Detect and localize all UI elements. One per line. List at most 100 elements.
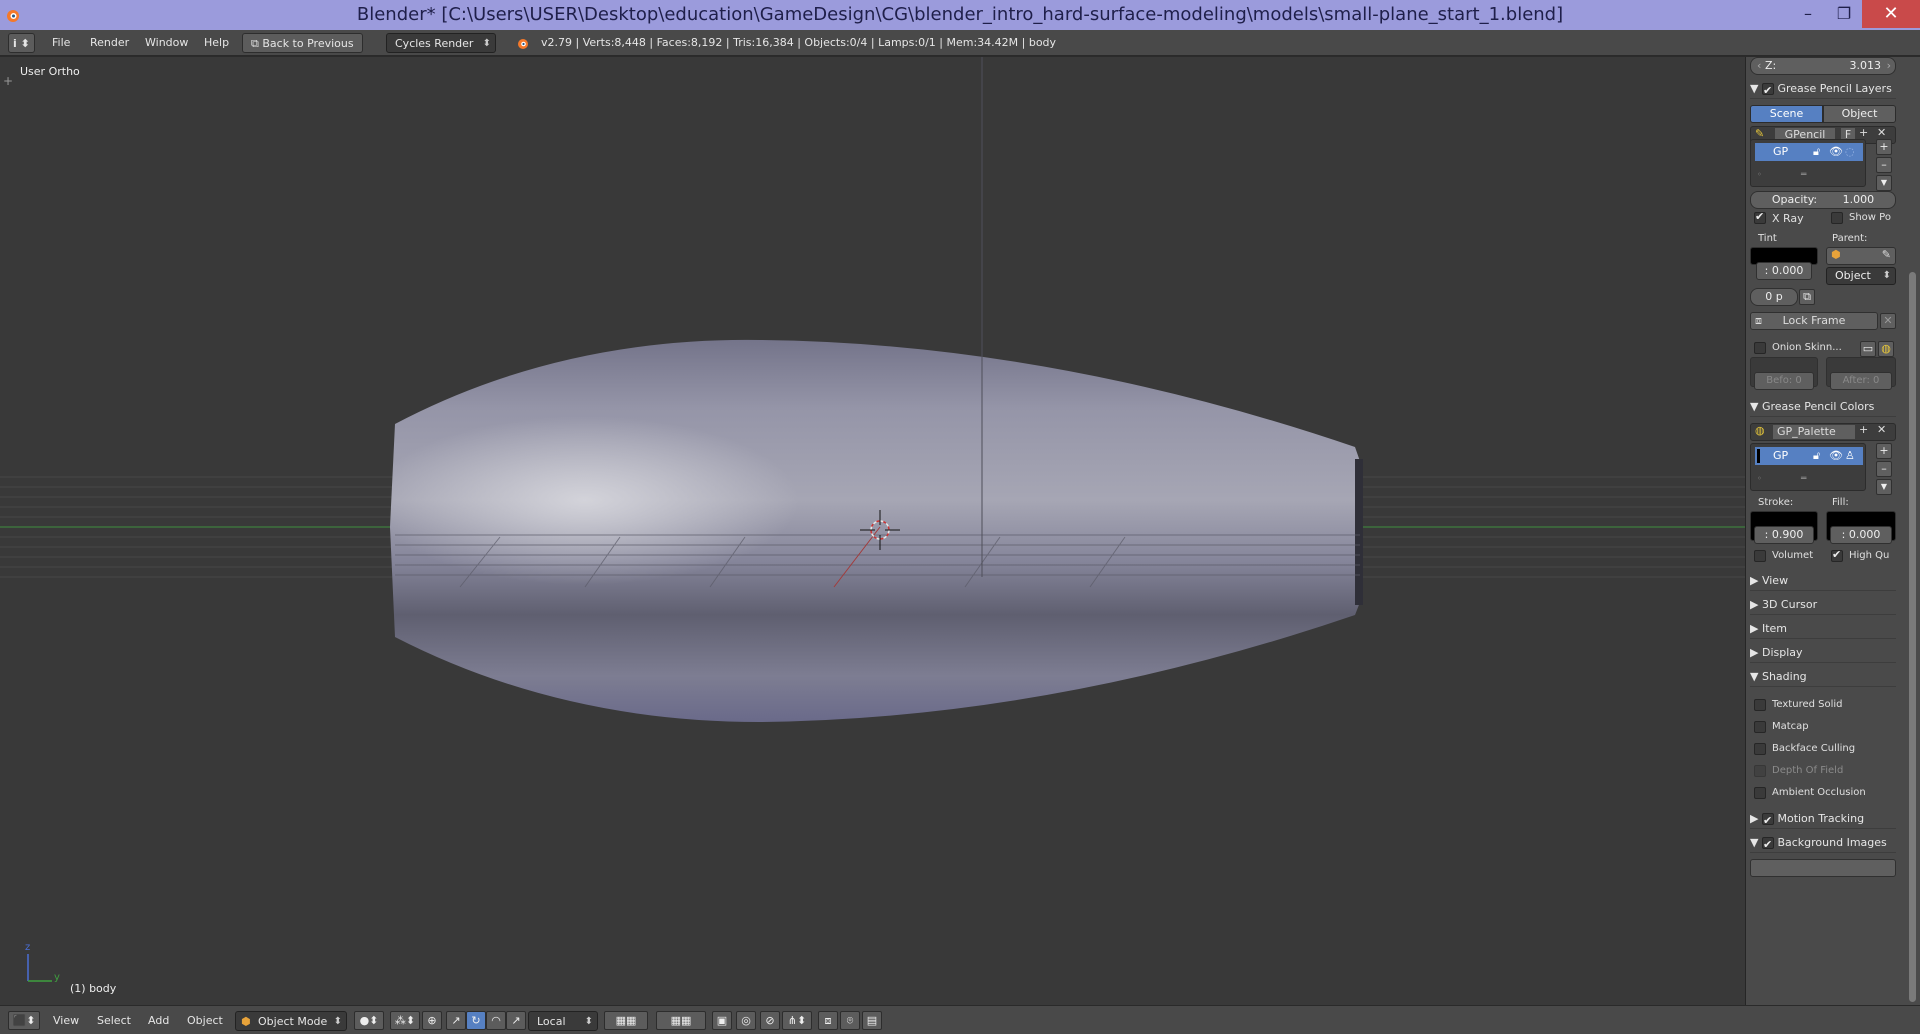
scrollbar-thumb[interactable] (1909, 272, 1916, 1002)
add-layer-icon[interactable]: + (1876, 139, 1892, 155)
background-images-toggle[interactable] (1761, 835, 1774, 855)
z-location-field[interactable]: ‹ Z: 3.013 › (1750, 57, 1896, 75)
new-gpencil-icon[interactable]: + (1859, 126, 1868, 139)
thickness-copy-icon[interactable]: ⧉ (1799, 289, 1815, 305)
menu-window[interactable]: Window (145, 33, 188, 53)
sidebar-scrollbar[interactable] (1905, 57, 1920, 1005)
editor-type-3d-view-icon[interactable]: ⬛⬍ (8, 1011, 40, 1030)
lock-icon[interactable]: 🔓︎ (1813, 447, 1820, 465)
show-points-checkbox[interactable] (1831, 212, 1843, 224)
onion-after-field[interactable]: After: 0 (1830, 372, 1892, 390)
panel-display-header[interactable]: ▶ Display (1750, 643, 1896, 663)
snap-toggle-icon[interactable]: ⊘ (760, 1011, 780, 1030)
viewport-canvas[interactable]: z y + (0, 57, 1745, 1005)
new-palette-icon[interactable]: + (1859, 423, 1868, 436)
add-color-icon[interactable]: + (1876, 443, 1892, 459)
opengl-render-icon[interactable]: ⌾ (840, 1011, 860, 1030)
render-engine-dropdown[interactable]: Cycles Render (386, 33, 496, 54)
proportional-editing-icon[interactable]: ◎ (736, 1011, 756, 1030)
depth-of-field-checkbox[interactable] (1754, 765, 1766, 777)
gp-layer-row[interactable]: GP 🔓︎ 👁︎ ◌ (1755, 143, 1863, 161)
gp-color-list[interactable]: GP 🔓︎ 👁︎ ♙ ◦ ═ (1750, 443, 1866, 491)
textured-solid-checkbox[interactable] (1754, 699, 1766, 711)
remove-color-icon[interactable]: – (1876, 461, 1892, 477)
add-image-button[interactable] (1750, 859, 1896, 877)
menu-object[interactable]: Object (187, 1011, 223, 1031)
menu-render[interactable]: Render (90, 33, 129, 53)
lock-icon[interactable]: 🔓︎ (1813, 143, 1820, 161)
pivot-point-icon[interactable]: ⁂⬍ (390, 1011, 420, 1030)
high-quality-checkbox[interactable] (1831, 548, 1843, 562)
ambient-occlusion-checkbox[interactable] (1754, 787, 1766, 799)
color-specials-icon[interactable]: ▼ (1876, 479, 1892, 495)
fill-alpha-field[interactable]: : 0.000 (1830, 526, 1892, 544)
panel-background-images-header[interactable]: ▼ Background Images (1750, 833, 1896, 855)
stroke-alpha-field[interactable]: : 0.900 (1754, 526, 1814, 544)
volumetric-checkbox[interactable] (1754, 550, 1766, 562)
back-to-previous-button[interactable]: ⧉ Back to Previous (242, 33, 363, 53)
interaction-mode-dropdown[interactable]: ⬢ Object Mode (235, 1011, 347, 1032)
visibility-eye-icon[interactable]: 👁︎ (1829, 447, 1843, 465)
panel-item-header[interactable]: ▶ Item (1750, 619, 1896, 639)
menu-help[interactable]: Help (204, 33, 229, 53)
menu-view[interactable]: View (53, 1011, 79, 1031)
grease-pencil-layers-toggle[interactable] (1761, 81, 1774, 101)
ghost-icon[interactable]: ♙ (1845, 447, 1855, 465)
opacity-field[interactable]: Opacity: 1.000 (1750, 191, 1896, 209)
tint-factor-field[interactable]: : 0.000 (1756, 262, 1812, 280)
opengl-animation-icon[interactable]: ▤ (862, 1011, 882, 1030)
translate-manipulator-icon[interactable]: ↗ (446, 1011, 466, 1030)
onion-color-wheel-icon[interactable]: ◍ (1878, 341, 1894, 357)
maximize-button[interactable]: ❐ (1826, 0, 1862, 28)
render-preview-icon[interactable]: ⧈ (818, 1011, 838, 1030)
backface-culling-checkbox[interactable] (1754, 743, 1766, 755)
matcap-checkbox[interactable] (1754, 721, 1766, 733)
gp-layer-list[interactable]: GP 🔓︎ 👁︎ ◌ ◦ ═ (1750, 139, 1866, 187)
remove-layer-icon[interactable]: – (1876, 157, 1892, 173)
eyedropper-icon[interactable]: ✎ (1882, 248, 1891, 261)
snap-element-icon[interactable]: ⋔⬍ (782, 1011, 812, 1030)
manipulator-extra-icon[interactable]: ↗ (506, 1011, 526, 1030)
tab-object[interactable]: Object (1823, 105, 1896, 123)
menu-select[interactable]: Select (97, 1011, 131, 1031)
transform-orientation-dropdown[interactable]: Local (528, 1011, 598, 1032)
lock-frame-clear-icon[interactable]: ✕ (1880, 313, 1896, 329)
grease-pencil-layers-header[interactable]: ▼ Grease Pencil Layers (1750, 79, 1896, 101)
menu-file[interactable]: File (52, 33, 70, 53)
unlink-palette-icon[interactable]: ✕ (1877, 423, 1886, 436)
menu-add[interactable]: Add (148, 1011, 169, 1031)
panel-3d-cursor-header[interactable]: ▶ 3D Cursor (1750, 595, 1896, 615)
thickness-field[interactable]: 0 p (1750, 288, 1798, 306)
unlink-gpencil-icon[interactable]: ✕ (1877, 126, 1886, 139)
viewport-expand-icon[interactable]: + (3, 74, 13, 88)
grease-pencil-colors-header[interactable]: ▼ Grease Pencil Colors (1750, 397, 1896, 417)
gp-palette-selector[interactable]: ◍ GP_Palette + ✕ (1750, 423, 1896, 441)
onion-before-field[interactable]: Befo: 0 (1754, 372, 1814, 390)
close-button[interactable]: ✕ (1862, 0, 1920, 28)
lock-frame-button[interactable]: ⧈ Lock Frame (1750, 312, 1878, 330)
onion-custom-color-icon[interactable]: ▭ (1860, 341, 1876, 357)
list-grip-icon[interactable]: ═ (1801, 170, 1806, 180)
palette-name[interactable]: GP_Palette (1773, 425, 1855, 439)
parent-type-dropdown[interactable]: Object (1826, 267, 1896, 285)
panel-motion-tracking-header[interactable]: ▶ Motion Tracking (1750, 809, 1896, 831)
panel-shading-header[interactable]: ▼ Shading (1750, 667, 1896, 687)
motion-tracking-toggle[interactable] (1761, 811, 1774, 831)
onion-skin-icon[interactable]: ◌ (1845, 143, 1855, 161)
minimize-button[interactable]: – (1790, 0, 1826, 28)
rotate-manipulator-icon[interactable]: ↻ (466, 1011, 486, 1030)
gp-color-row[interactable]: GP 🔓︎ 👁︎ ♙ (1755, 447, 1863, 465)
manipulator-toggle-icon[interactable]: ⊕ (422, 1011, 442, 1030)
scene-layers-bottom-icon[interactable]: ▦▦ (656, 1011, 706, 1030)
list-grip-icon[interactable]: ═ (1801, 474, 1806, 484)
onion-skinning-checkbox[interactable] (1754, 342, 1766, 354)
scale-manipulator-icon[interactable]: ◠ (486, 1011, 506, 1030)
scene-layers-top-icon[interactable]: ▦▦ (604, 1011, 648, 1030)
editor-type-info-icon[interactable]: i ⬍ (8, 33, 35, 53)
layer-specials-icon[interactable]: ▼ (1876, 175, 1892, 191)
xray-checkbox[interactable] (1754, 210, 1766, 224)
tab-scene[interactable]: Scene (1750, 105, 1823, 123)
parent-object-field[interactable]: ⬢ ✎ (1826, 247, 1896, 265)
3d-viewport[interactable]: z y + User Ortho (1) body (0, 57, 1745, 1005)
visibility-eye-icon[interactable]: 👁︎ (1829, 143, 1843, 161)
